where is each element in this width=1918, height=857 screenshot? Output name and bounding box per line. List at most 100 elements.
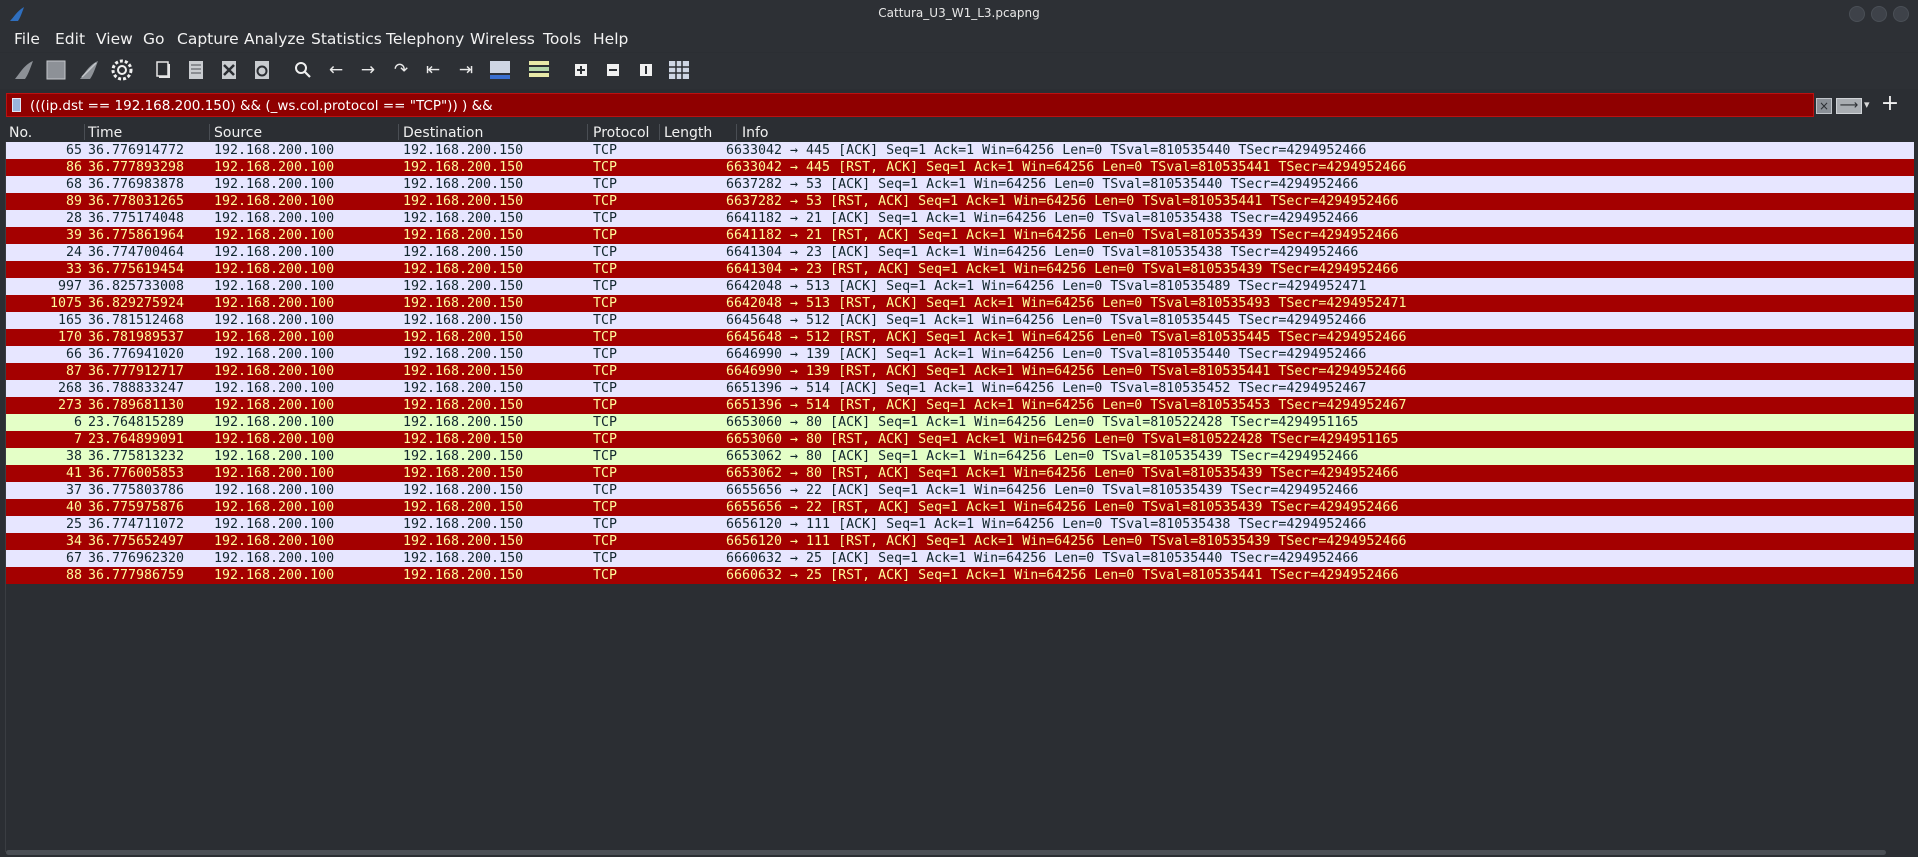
packet-number: 7 (73, 432, 82, 447)
go-first-packet-icon[interactable]: ⇤ (421, 58, 445, 82)
menu-edit[interactable]: Edit (55, 30, 85, 48)
column-separator[interactable] (209, 124, 210, 140)
menu-tools[interactable]: Tools (543, 30, 581, 48)
menu-telephony[interactable]: Telephony (386, 30, 464, 48)
column-header-protocol[interactable]: Protocol (593, 125, 649, 141)
table-row[interactable]: 37 36.775803786 192.168.200.100 192.168.200… (6, 482, 1914, 499)
table-row[interactable]: 33 36.775619454 192.168.200.100 192.168.200… (6, 261, 1914, 278)
menu-capture[interactable]: Capture (177, 30, 239, 48)
packet-length: 66 (725, 381, 742, 396)
find-packet-icon[interactable] (291, 58, 315, 82)
packet-protocol: TCP (593, 330, 618, 345)
table-row[interactable]: 65 36.776914772 192.168.200.100 192.168.200… (6, 142, 1914, 159)
table-row[interactable]: 87 36.777912717 192.168.200.100 192.168.200… (6, 363, 1914, 380)
table-row[interactable]: 39 36.775861964 192.168.200.100 192.168.200… (6, 227, 1914, 244)
packet-protocol: TCP (593, 568, 618, 583)
resize-columns-icon[interactable] (667, 58, 691, 82)
packet-destination: 192.168.200.150 (403, 449, 524, 464)
menu-analyze[interactable]: Analyze (244, 30, 305, 48)
apply-filter-icon[interactable]: ⟶ (1836, 98, 1862, 114)
maximize-button[interactable] (1871, 6, 1887, 22)
menu-go[interactable]: Go (143, 30, 165, 48)
go-back-icon[interactable]: ← (324, 58, 348, 82)
table-row[interactable]: 66 36.776941020 192.168.200.100 192.168.200… (6, 346, 1914, 363)
table-row[interactable]: 40 36.775975876 192.168.200.100 192.168.200… (6, 499, 1914, 516)
table-row[interactable]: 6 23.764815289 192.168.200.100 192.168.200.… (6, 414, 1914, 431)
column-header-destination[interactable]: Destination (403, 125, 483, 141)
packet-info: 60632 → 25 [ACK] Seq=1 Ack=1 Win=64256 L… (742, 551, 1359, 566)
table-row[interactable]: 273 36.789681130 192.168.200.100 192.168.20… (6, 397, 1914, 414)
packet-time: 36.777893298 (88, 160, 185, 175)
add-filter-button-icon[interactable]: + (1880, 93, 1900, 115)
zoom-in-icon[interactable] (569, 58, 593, 82)
table-row[interactable]: 1075 36.829275924 192.168.200.100 192.168.2… (6, 295, 1914, 312)
column-header-info[interactable]: Info (742, 125, 769, 141)
capture-options-gear-icon[interactable] (110, 58, 134, 82)
menu-file[interactable]: File (14, 30, 40, 48)
table-row[interactable]: 38 36.775813232 192.168.200.100 192.168.200… (6, 448, 1914, 465)
go-to-packet-icon[interactable]: ↷ (389, 58, 413, 82)
horizontal-scrollbar[interactable] (6, 850, 1886, 855)
colorize-icon[interactable] (527, 58, 551, 82)
menu-wireless[interactable]: Wireless (470, 30, 535, 48)
packet-info: 51396 → 514 [RST, ACK] Seq=1 Ack=1 Win=6… (742, 398, 1407, 413)
go-forward-icon[interactable]: → (356, 58, 380, 82)
packet-source: 192.168.200.100 (214, 483, 335, 498)
packet-protocol: TCP (593, 415, 618, 430)
display-filter-text[interactable]: (((ip.dst == 192.168.200.150) && (_ws.co… (30, 98, 493, 114)
filter-history-dropdown-icon[interactable]: ▾ (1864, 98, 1870, 111)
column-separator[interactable] (84, 124, 85, 140)
packet-length: 66 (725, 228, 742, 243)
open-file-icon[interactable] (152, 58, 176, 82)
table-row[interactable]: 68 36.776983878 192.168.200.100 192.168.200… (6, 176, 1914, 193)
table-row[interactable]: 86 36.777893298 192.168.200.100 192.168.200… (6, 159, 1914, 176)
autoscroll-icon[interactable] (488, 58, 512, 82)
column-header-time[interactable]: Time (88, 125, 122, 141)
table-row[interactable]: 34 36.775652497 192.168.200.100 192.168.200… (6, 533, 1914, 550)
packet-protocol: TCP (593, 466, 618, 481)
menu-statistics[interactable]: Statistics (311, 30, 382, 48)
table-row[interactable]: 89 36.778031265 192.168.200.100 192.168.200… (6, 193, 1914, 210)
table-row[interactable]: 24 36.774700464 192.168.200.100 192.168.200… (6, 244, 1914, 261)
filter-bookmark-icon[interactable] (12, 98, 21, 112)
column-header-length[interactable]: Length (664, 125, 712, 141)
column-separator[interactable] (659, 124, 660, 140)
table-row[interactable]: 41 36.776005853 192.168.200.100 192.168.200… (6, 465, 1914, 482)
packet-time: 36.776005853 (88, 466, 185, 481)
table-row[interactable]: 997 36.825733008 192.168.200.100 192.168.20… (6, 278, 1914, 295)
column-separator[interactable] (398, 124, 399, 140)
packet-destination: 192.168.200.150 (403, 330, 524, 345)
packet-length: 66 (725, 347, 742, 362)
save-file-icon[interactable] (184, 58, 208, 82)
packet-time: 36.774711072 (88, 517, 185, 532)
table-row[interactable]: 7 23.764899091 192.168.200.100 192.168.200.… (6, 431, 1914, 448)
reload-file-icon[interactable] (250, 58, 274, 82)
table-row[interactable]: 67 36.776962320 192.168.200.100 192.168.200… (6, 550, 1914, 567)
close-file-icon[interactable] (217, 58, 241, 82)
table-row[interactable]: 165 36.781512468 192.168.200.100 192.168.20… (6, 312, 1914, 329)
table-row[interactable]: 170 36.781989537 192.168.200.100 192.168.20… (6, 329, 1914, 346)
table-row[interactable]: 268 36.788833247 192.168.200.100 192.168.20… (6, 380, 1914, 397)
zoom-out-icon[interactable] (601, 58, 625, 82)
close-button[interactable] (1893, 6, 1909, 22)
table-row[interactable]: 25 36.774711072 192.168.200.100 192.168.200… (6, 516, 1914, 533)
column-header-source[interactable]: Source (214, 125, 262, 141)
packet-length: 66 (725, 568, 742, 583)
menu-view[interactable]: View (96, 30, 133, 48)
clear-filter-icon[interactable]: × (1816, 98, 1832, 114)
go-last-packet-icon[interactable]: ⇥ (454, 58, 478, 82)
packet-number: 38 (65, 449, 82, 464)
column-header-no[interactable]: No. (9, 125, 32, 141)
shark-fin-start-icon[interactable] (12, 58, 36, 82)
stop-capture-icon[interactable] (44, 58, 68, 82)
table-row[interactable]: 88 36.777986759 192.168.200.100 192.168.200… (6, 567, 1914, 584)
restart-capture-icon[interactable] (77, 58, 101, 82)
packet-source: 192.168.200.100 (214, 449, 335, 464)
menu-help[interactable]: Help (593, 30, 628, 48)
column-separator[interactable] (587, 124, 588, 140)
packet-length: 66 (725, 279, 742, 294)
minimize-button[interactable] (1849, 6, 1865, 22)
normal-size-icon[interactable] (634, 58, 658, 82)
column-separator[interactable] (736, 124, 737, 140)
table-row[interactable]: 28 36.775174048 192.168.200.100 192.168.200… (6, 210, 1914, 227)
